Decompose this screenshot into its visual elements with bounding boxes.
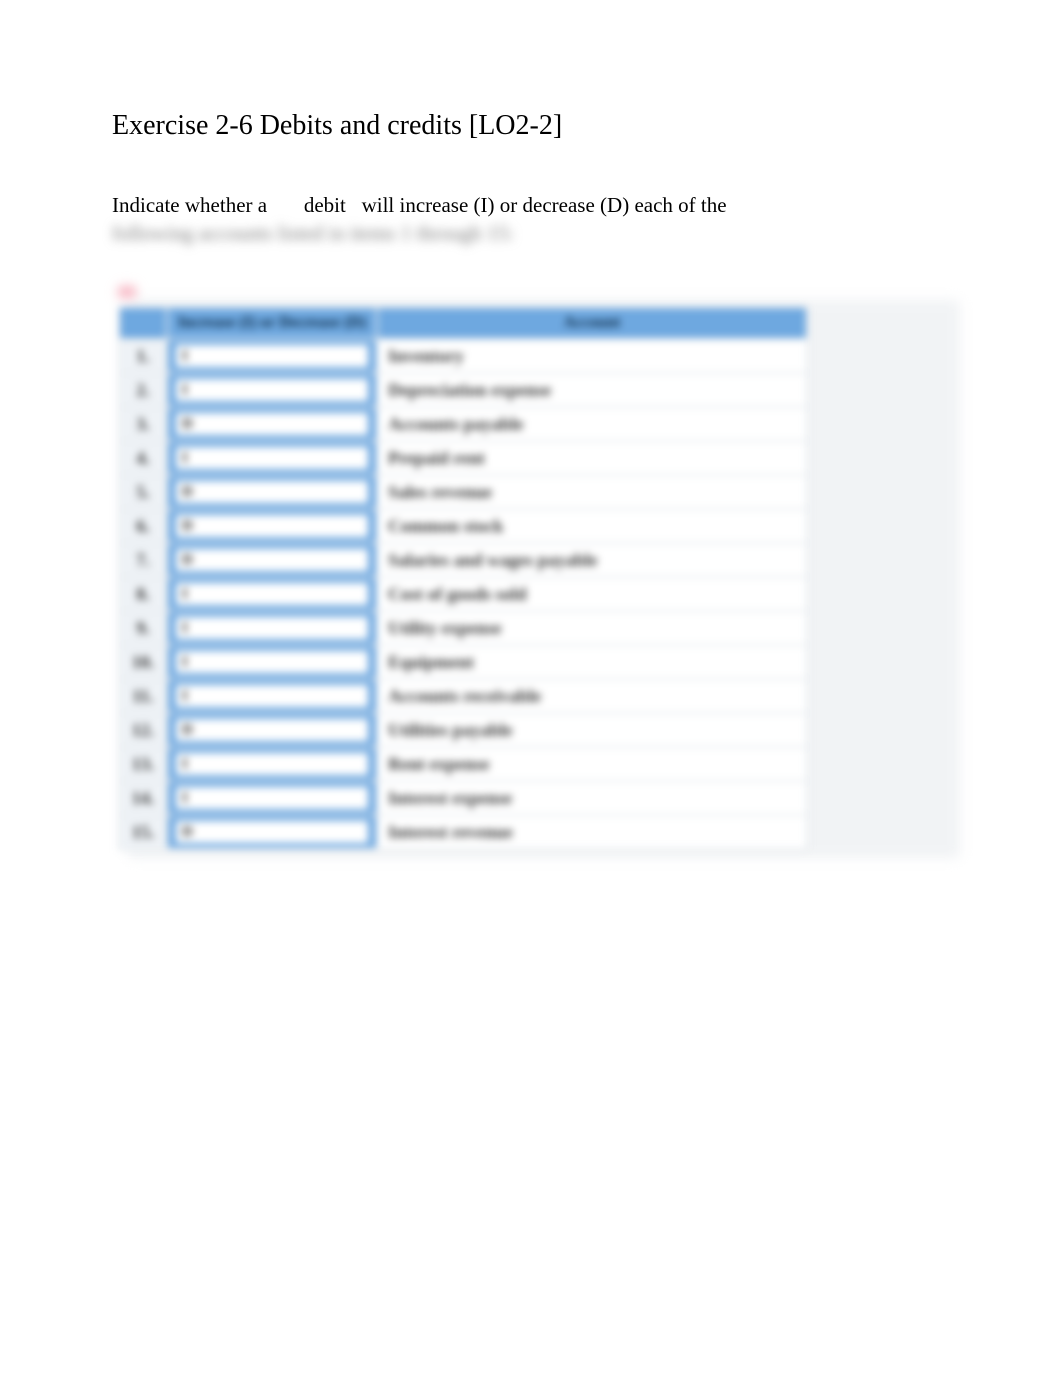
instr-part1: Indicate whether a — [112, 192, 272, 218]
increase-decrease-value: I — [176, 379, 368, 401]
table-row: 8. I Cost of goods sold — [119, 577, 807, 611]
account-name-cell: Depreciation expense — [377, 373, 807, 407]
account-name-cell: Salaries and wages payable — [377, 543, 807, 577]
account-name-cell: Utility expense — [377, 611, 807, 645]
table-row: 14. I Interest expense — [119, 781, 807, 815]
instructions-line-1: Indicate whether a debit will increase (… — [112, 192, 950, 218]
increase-decrease-value: D — [176, 481, 368, 503]
increase-decrease-cell: I — [167, 645, 377, 679]
increase-decrease-cell: I — [167, 577, 377, 611]
answer-table-blurred-content: Increase (I) or Decrease (D) Account 1.I… — [118, 286, 950, 850]
increase-decrease-cell: I — [167, 679, 377, 713]
row-number-cell: 7. — [119, 543, 167, 577]
exercise-title: Exercise 2-6 Debits and credits [LO2-2] — [112, 110, 950, 142]
table-row: 9. I Utility expense — [119, 611, 807, 645]
increase-decrease-value: D — [176, 549, 368, 571]
increase-decrease-cell: D — [167, 509, 377, 543]
increase-decrease-cell: D — [167, 475, 377, 509]
account-name-cell: Equipment — [377, 645, 807, 679]
increase-decrease-value: I — [176, 617, 368, 639]
table-row: 13. I Rent expense — [119, 747, 807, 781]
increase-decrease-cell: D — [167, 543, 377, 577]
account-name-cell: Cost of goods sold — [377, 577, 807, 611]
increase-decrease-cell: D — [167, 713, 377, 747]
table-row: 4. I Prepaid rent — [119, 441, 807, 475]
account-name-cell: Accounts receivable — [377, 679, 807, 713]
increase-decrease-value: I — [176, 651, 368, 673]
increase-decrease-value: D — [176, 719, 368, 741]
row-number-cell: 15. — [119, 815, 167, 849]
increase-decrease-cell: I — [167, 339, 377, 373]
table-row: 15. D Interest revenue — [119, 815, 807, 849]
increase-decrease-cell: I — [167, 441, 377, 475]
increase-decrease-value: D — [176, 821, 368, 843]
row-number-cell: 3. — [119, 407, 167, 441]
row-number-cell: 13. — [119, 747, 167, 781]
increase-decrease-value: I — [176, 447, 368, 469]
table-row: 6. D Common stock — [119, 509, 807, 543]
table-header-number — [119, 307, 167, 339]
table-row: 5. D Sales revenue — [119, 475, 807, 509]
instr-gap1 — [272, 192, 304, 218]
table-header-row: Increase (I) or Decrease (D) Account — [119, 307, 807, 339]
row-number-cell: 2. — [119, 373, 167, 407]
increase-decrease-value: I — [176, 685, 368, 707]
account-name-cell: Common stock — [377, 509, 807, 543]
increase-decrease-cell: D — [167, 407, 377, 441]
increase-decrease-cell: I — [167, 373, 377, 407]
row-number-cell: 1. — [119, 339, 167, 373]
table-header-increase-decrease: Increase (I) or Decrease (D) — [167, 307, 377, 339]
increase-decrease-value: I — [176, 583, 368, 605]
row-number-cell: 6. — [119, 509, 167, 543]
account-name-cell: Prepaid rent — [377, 441, 807, 475]
account-name-cell: Sales revenue — [377, 475, 807, 509]
table-row: 10. I Equipment — [119, 645, 807, 679]
row-number-cell: 10. — [119, 645, 167, 679]
instr-part2: debit — [304, 192, 346, 218]
account-name-cell: Rent expense — [377, 747, 807, 781]
exercise-instructions: Indicate whether a debit will increase (… — [112, 192, 950, 246]
increase-decrease-cell: I — [167, 781, 377, 815]
account-name-cell: Accounts payable — [377, 407, 807, 441]
increase-decrease-value: I — [176, 787, 368, 809]
table-row: 1. I Inventory — [119, 339, 807, 373]
table-row: 11. I Accounts receivable — [119, 679, 807, 713]
increase-decrease-cell: I — [167, 611, 377, 645]
increase-decrease-value: D — [176, 413, 368, 435]
row-number-cell: 8. — [119, 577, 167, 611]
row-number-cell: 14. — [119, 781, 167, 815]
answer-table-section: Increase (I) or Decrease (D) Account 1.I… — [118, 286, 950, 850]
answer-table: Increase (I) or Decrease (D) Account 1.I… — [118, 306, 808, 850]
document-page: Exercise 2-6 Debits and credits [LO2-2] … — [0, 0, 1062, 850]
account-name-cell: Inventory — [377, 339, 807, 373]
instructions-line-2-blurred: following accounts listed in items 1 thr… — [112, 220, 950, 246]
instr-gap2 — [346, 192, 362, 218]
increase-decrease-value: I — [176, 345, 368, 367]
row-number-cell: 9. — [119, 611, 167, 645]
row-number-cell: 4. — [119, 441, 167, 475]
table-row: 12. D Utilities payable — [119, 713, 807, 747]
increase-decrease-value: I — [176, 753, 368, 775]
instr-part3: will increase (I) or decrease (D) each o… — [362, 192, 727, 218]
row-number-cell: 5. — [119, 475, 167, 509]
increase-decrease-cell: D — [167, 815, 377, 849]
row-number-cell: 11. — [119, 679, 167, 713]
increase-decrease-cell: I — [167, 747, 377, 781]
account-name-cell: Interest expense — [377, 781, 807, 815]
account-name-cell: Utilities payable — [377, 713, 807, 747]
table-row: 2. I Depreciation expense — [119, 373, 807, 407]
red-marker-icon — [118, 286, 136, 298]
increase-decrease-value: D — [176, 515, 368, 537]
account-name-cell: Interest revenue — [377, 815, 807, 849]
table-row: 7. D Salaries and wages payable — [119, 543, 807, 577]
table-header-account: Account — [377, 307, 807, 339]
table-row: 3. D Accounts payable — [119, 407, 807, 441]
row-number-cell: 12. — [119, 713, 167, 747]
